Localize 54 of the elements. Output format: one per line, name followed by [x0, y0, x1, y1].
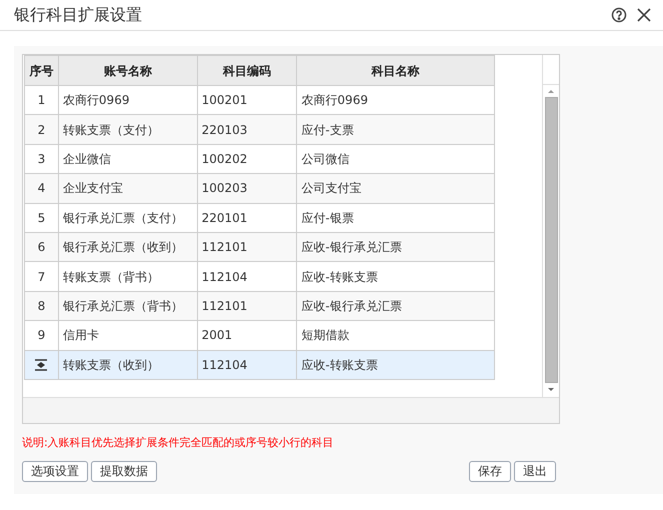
dialog-button[interactable]: 选项设置	[22, 460, 88, 482]
table-cell: 应收-银行承兑汇票	[296, 232, 494, 262]
table-cell: 银行承兑汇票（收到）	[58, 232, 197, 262]
table-cell-text: 4	[36, 180, 46, 198]
table-cell: 转账支票（支付）	[58, 115, 197, 144]
column-header: 账号名称	[58, 56, 197, 85]
table-cell-text: 1	[36, 92, 46, 110]
table-cell-text: 8	[36, 298, 46, 315]
note-text: 说明:入账科目优先选择扩展条件完全匹配的或序号较小行的科目	[22, 435, 335, 451]
column-header: 序号	[28, 62, 54, 80]
table-cell: 应收-银行承兑汇票	[296, 292, 494, 320]
table-cell: 农商行0969	[58, 86, 197, 114]
column-header: 科目编码	[196, 56, 296, 85]
scroll-thumb[interactable]	[544, 97, 558, 383]
table-cell-text: 9	[36, 327, 46, 344]
table-cell: 企业微信	[58, 144, 197, 174]
window-title: 银行科目扩展设置	[14, 4, 142, 26]
table-cell: 应付-银票	[296, 204, 494, 232]
table-cell: 112104	[196, 350, 296, 379]
table-cell: 2001	[196, 321, 296, 350]
close-icon[interactable]	[637, 8, 651, 22]
table-cell: 112101	[196, 232, 296, 262]
table-cell: 转账支票（背书）	[58, 262, 197, 291]
dialog-button[interactable]: 退出	[514, 460, 556, 482]
table-cell-text: 6	[36, 239, 46, 256]
table-cell: 100202	[196, 144, 296, 174]
column-header: 科目名称	[296, 56, 494, 85]
table-cell: 112101	[196, 292, 296, 320]
table-cell-text: 5	[36, 210, 46, 227]
table-cell: 银行承兑汇票（背书）	[58, 292, 197, 320]
table-cell: 应收-转账支票	[296, 350, 494, 379]
table-cell: 转账支票（收到）	[58, 350, 197, 379]
dialog-button[interactable]: 保存	[469, 460, 511, 482]
table-cell: 信用卡	[58, 321, 197, 350]
table-cell: 短期借款	[296, 321, 494, 350]
table-cell: 220103	[196, 115, 296, 144]
help-icon[interactable]	[611, 7, 627, 23]
dialog-button[interactable]: 提取数据	[91, 460, 157, 482]
table-cell: 100203	[196, 174, 296, 203]
table-cell: 企业支付宝	[58, 174, 197, 203]
table-cell-text: 2	[36, 122, 46, 139]
table-cell: 应付-支票	[296, 115, 494, 144]
table-cell-text: 7	[36, 268, 46, 286]
table-cell: 应收-转账支票	[296, 262, 494, 291]
table-cell: 220101	[196, 204, 296, 232]
table-cell-text: 3	[36, 150, 46, 168]
table-cell: 公司微信	[296, 144, 494, 174]
table-cell: 100201	[196, 86, 296, 114]
table-cell: 112104	[196, 262, 296, 291]
table-cell: 银行承兑汇票（支付）	[58, 204, 197, 232]
current-row-icon	[35, 358, 48, 371]
scrollbar[interactable]	[542, 55, 559, 397]
table-cell: 公司支付宝	[296, 174, 494, 203]
table-cell: 农商行0969	[296, 86, 494, 114]
